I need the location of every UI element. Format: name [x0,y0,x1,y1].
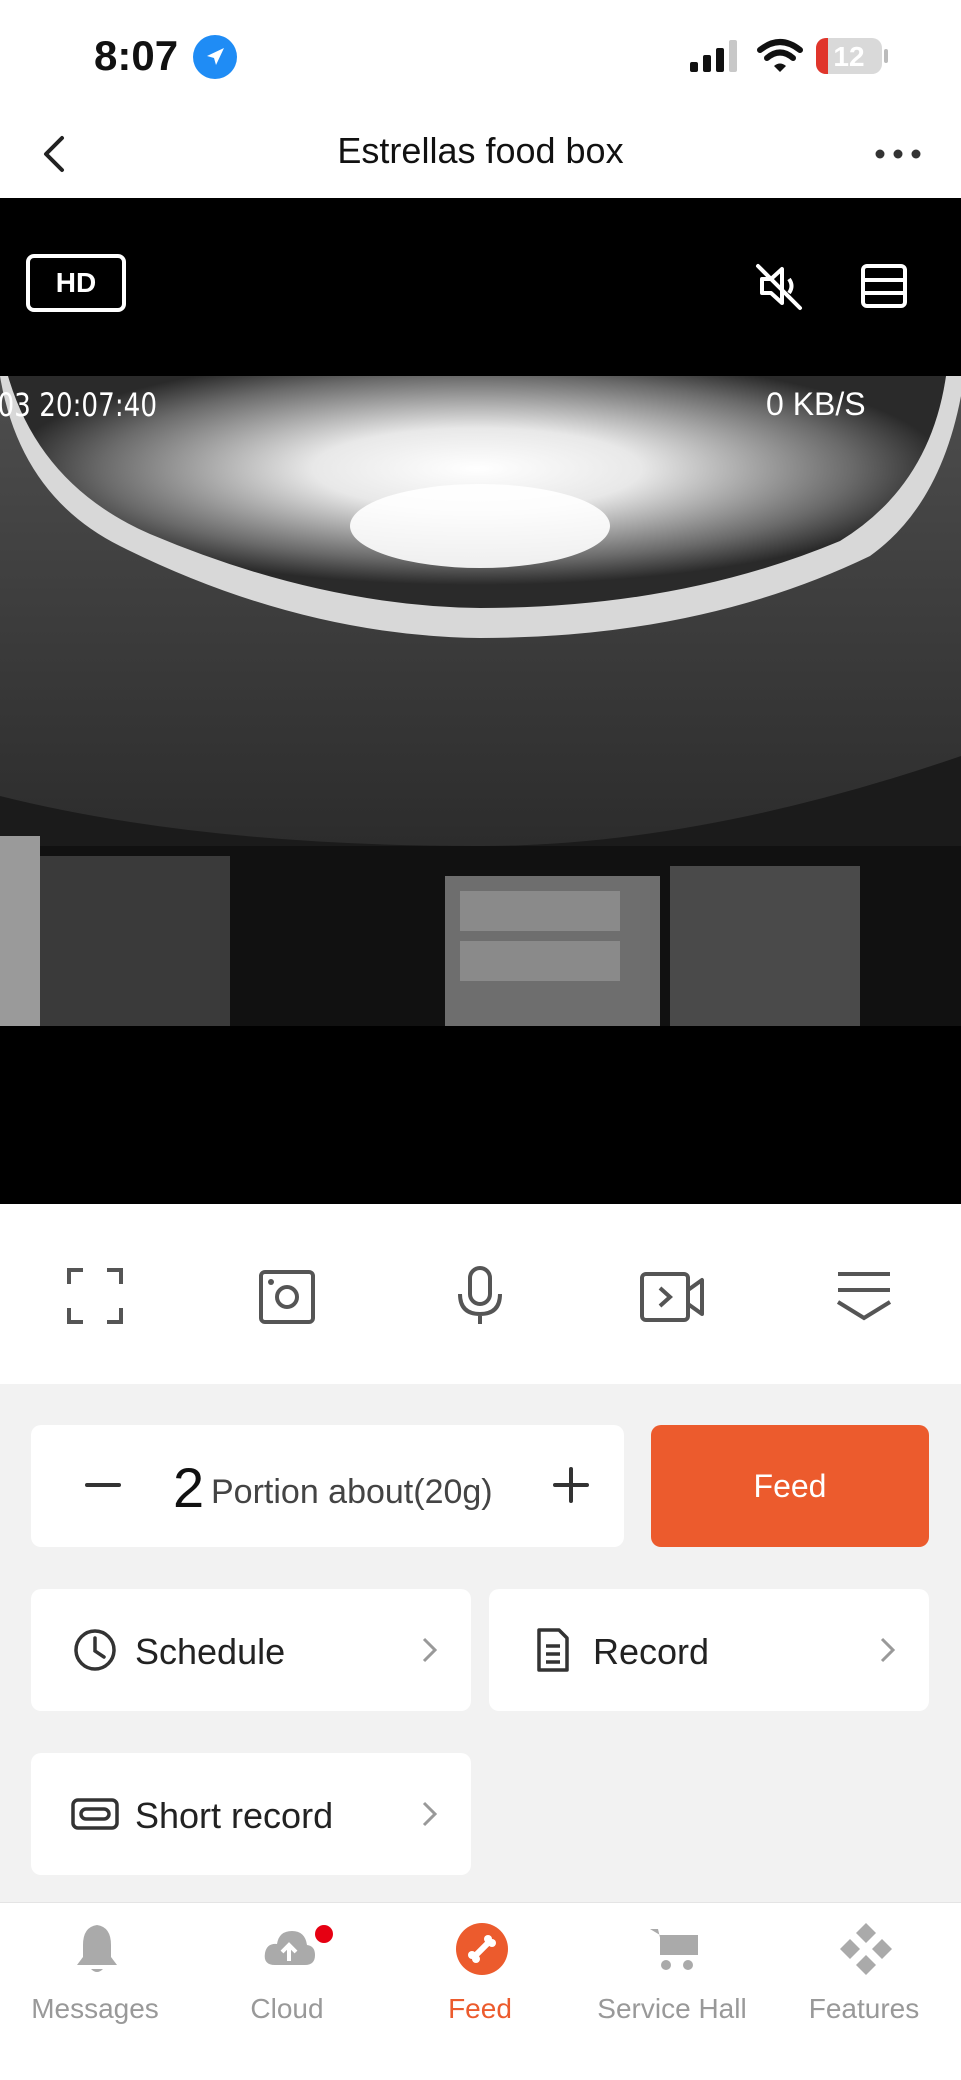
page-title: Estrellas food box [337,130,624,171]
tab-label: Service Hall [597,1993,747,2024]
video-record-icon[interactable] [640,1264,704,1328]
nav-bar: Estrellas food box [0,112,961,198]
camera-controls [0,1204,961,1384]
record-label: Record [593,1631,710,1672]
battery-level: 12 [833,41,865,72]
tab-messages[interactable]: Messages [5,1921,185,2041]
portion-label: Portion about(20g) [211,1473,493,1511]
bottom-tab-bar: Messages Cloud Feed Service Hall Feature… [0,1902,961,2080]
chevron-right-icon [880,1637,896,1663]
schedule-label: Schedule [135,1631,286,1672]
tab-label: Feed [448,1993,512,2024]
feed-button[interactable]: Feed [651,1425,929,1547]
tape-icon [71,1798,119,1830]
tab-label: Cloud [250,1993,324,2024]
schedule-card[interactable]: Schedule [31,1589,471,1711]
portion-selector: 2 Portion about(20g) [31,1425,624,1547]
cloud-upload-icon [264,1931,315,1965]
short-record-label: Short record [135,1795,334,1836]
status-bar: 8:07 12 [0,0,961,112]
more-dots-icon[interactable] [868,126,928,182]
bone-icon [456,1923,508,1975]
tab-features[interactable]: Features [774,1921,954,2041]
document-icon [537,1628,569,1672]
tab-label: Features [808,1993,920,2024]
video-timestamp: -03 20:07:40 [0,386,158,424]
decrease-portion-button[interactable] [73,1455,133,1515]
tab-cloud[interactable]: Cloud [197,1921,377,2041]
speaker-muted-icon[interactable] [752,258,808,314]
microphone-icon[interactable] [448,1264,512,1328]
grid-diamond-icon [840,1923,892,1975]
tab-label: Messages [31,1993,159,2024]
layout-list-icon[interactable] [856,258,912,314]
chevron-right-icon [422,1637,438,1663]
record-card[interactable]: Record [489,1589,929,1711]
bell-icon [77,1925,117,1972]
location-arrow-icon [193,35,237,79]
battery-low-icon: 12 [816,38,888,74]
collapse-menu-icon[interactable] [832,1264,896,1328]
camera-feed-image [0,376,961,1026]
cloud-badge [315,1925,333,1943]
increase-portion-button[interactable] [541,1455,601,1515]
tab-service-hall[interactable]: Service Hall [582,1921,762,2041]
screenshot-icon[interactable] [255,1264,319,1328]
cart-icon [650,1929,698,1970]
camera-live-view[interactable]: HD -03 20:07:40 0 KB/S [0,198,961,1204]
chevron-right-icon [422,1801,438,1827]
video-bitrate: 0 KB/S [766,386,866,422]
status-time: 8:07 [94,32,179,79]
wifi-icon [757,39,803,72]
fullscreen-icon[interactable] [63,1264,127,1328]
tab-feed[interactable]: Feed [390,1921,570,2041]
hd-quality-button[interactable]: HD [26,254,126,312]
clock-icon [74,1629,116,1671]
portion-count: 2 [173,1456,205,1519]
cellular-signal-icon [690,40,737,72]
short-record-card[interactable]: Short record [31,1753,471,1875]
